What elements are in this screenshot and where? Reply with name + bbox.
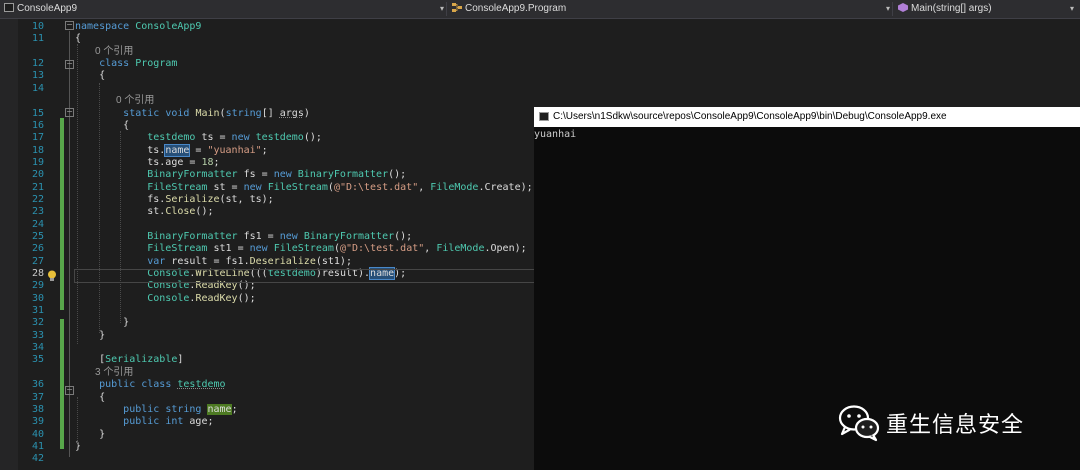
line-number: 33 [31, 329, 44, 341]
line-number: 29 [31, 280, 44, 292]
codelens-references[interactable]: 3 个引用 [95, 366, 133, 379]
code-line[interactable]: FileStream st1 = new FileStream(@"D:\tes… [75, 242, 526, 255]
code-line[interactable]: var result = fs1.Deserialize(st1); [75, 255, 352, 268]
line-number: 19 [31, 156, 44, 168]
line-number: 37 [31, 391, 44, 403]
line-number: 14 [31, 82, 44, 94]
line-number: 26 [31, 243, 44, 255]
current-line-highlight [74, 269, 536, 283]
code-line[interactable]: { [75, 119, 129, 132]
line-number: 22 [31, 193, 44, 205]
collapse-namespace-icon[interactable]: − [65, 21, 74, 30]
line-number: 32 [31, 317, 44, 329]
line-number: 13 [31, 70, 44, 82]
code-line[interactable]: [Serializable] [75, 353, 183, 366]
change-indicator [60, 118, 64, 310]
chevron-down-icon: ▾ [886, 4, 891, 13]
code-line[interactable]: } [75, 428, 105, 441]
code-line[interactable]: st.Close(); [75, 205, 213, 218]
code-line[interactable]: namespace ConsoleApp9 [75, 20, 201, 33]
code-line[interactable]: ts.age = 18; [75, 156, 219, 169]
change-indicator [60, 319, 64, 449]
collapse-class-icon[interactable]: − [65, 60, 74, 69]
line-number: 25 [31, 230, 44, 242]
watermark: 重生信息安全 [838, 403, 1023, 443]
indent-guide [77, 44, 78, 344]
line-number: 31 [31, 305, 44, 317]
code-line[interactable]: FileStream st = new FileStream(@"D:\test… [75, 181, 532, 194]
code-line[interactable]: } [75, 316, 129, 329]
code-line[interactable]: static void Main(string[] args) [75, 107, 310, 120]
code-line[interactable]: { [75, 32, 81, 45]
code-line[interactable]: BinaryFormatter fs1 = new BinaryFormatte… [75, 230, 412, 243]
line-number: 16 [31, 119, 44, 131]
line-number: 35 [31, 354, 44, 366]
code-line[interactable]: Console.ReadKey(); [75, 292, 255, 305]
code-line[interactable]: class Program [75, 57, 177, 70]
class-icon [452, 3, 462, 12]
project-name: ConsoleApp9 [17, 3, 78, 14]
member-dropdown[interactable]: Main(string[] args) ▾ [898, 0, 1078, 18]
navigation-bar: ConsoleApp9 ▾ ConsoleApp9.Program ▾ Main… [0, 0, 1080, 19]
member-name: Main(string[] args) [911, 3, 992, 14]
code-line[interactable]: public int age; [75, 415, 213, 428]
console-app-icon [539, 112, 549, 121]
method-icon [898, 3, 908, 12]
line-number: 21 [31, 181, 44, 193]
wechat-icon [838, 405, 880, 442]
line-number: 23 [31, 206, 44, 218]
code-line[interactable]: ts.name = "yuanhai"; [75, 143, 268, 157]
console-title-bar[interactable]: C:\Users\n1Sdkw\source\repos\ConsoleApp9… [534, 107, 1080, 127]
line-number: 30 [31, 292, 44, 304]
code-line[interactable]: BinaryFormatter fs = new BinaryFormatter… [75, 168, 406, 181]
lightbulb-icon[interactable] [47, 270, 57, 282]
code-line[interactable]: public string name; [75, 403, 238, 416]
line-number: 17 [31, 132, 44, 144]
indent-guide [120, 131, 121, 323]
codelens-references[interactable]: 0 个引用 [116, 94, 154, 107]
line-number: 39 [31, 416, 44, 428]
code-line[interactable]: testdemo ts = new testdemo(); [75, 131, 322, 144]
line-number: 10 [31, 21, 44, 32]
code-line[interactable]: { [75, 69, 105, 82]
line-number: 40 [31, 428, 44, 440]
code-line[interactable]: public class testdemo [75, 378, 225, 391]
code-line[interactable]: { [75, 391, 105, 404]
line-number: 15 [31, 107, 44, 119]
line-number: 34 [31, 342, 44, 354]
project-dropdown[interactable]: ConsoleApp9 ▾ [4, 0, 444, 18]
line-number: 12 [31, 58, 44, 69]
editor-left-margin [0, 19, 18, 470]
watermark-text: 重生信息安全 [886, 413, 1025, 438]
code-line[interactable]: } [75, 329, 105, 342]
codelens-references[interactable]: 0 个引用 [95, 45, 133, 58]
line-number: 18 [31, 144, 44, 156]
line-number: 42 [31, 453, 44, 465]
line-number: 20 [31, 169, 44, 181]
line-number: 38 [31, 403, 44, 415]
chevron-down-icon: ▾ [1070, 4, 1075, 13]
class-scope-name: ConsoleApp9.Program [465, 3, 567, 14]
code-line[interactable]: fs.Serialize(st, ts); [75, 193, 273, 206]
line-number: 36 [31, 379, 44, 391]
line-number: 41 [31, 440, 44, 452]
console-title: C:\Users\n1Sdkw\source\repos\ConsoleApp9… [553, 111, 947, 122]
collapse-method-icon[interactable]: − [65, 108, 74, 117]
line-number: 24 [31, 218, 44, 230]
console-output: yuanhai [534, 129, 577, 140]
collapse-class-icon[interactable]: − [65, 386, 74, 395]
line-number: 28 [31, 268, 44, 279]
code-editor[interactable]: 10 11 12 13 14 15 16 17 18 19 20 21 22 23 24 25 26 27 28 29… [0, 19, 536, 470]
line-number: 27 [31, 255, 44, 267]
indent-guide [99, 83, 100, 333]
chevron-down-icon: ▾ [440, 4, 445, 13]
indent-guide [77, 397, 78, 445]
code-line[interactable]: } [75, 440, 81, 453]
line-number: 11 [31, 33, 44, 45]
csharp-project-icon [4, 3, 14, 12]
class-scope-dropdown[interactable]: ConsoleApp9.Program ▾ [452, 0, 890, 18]
